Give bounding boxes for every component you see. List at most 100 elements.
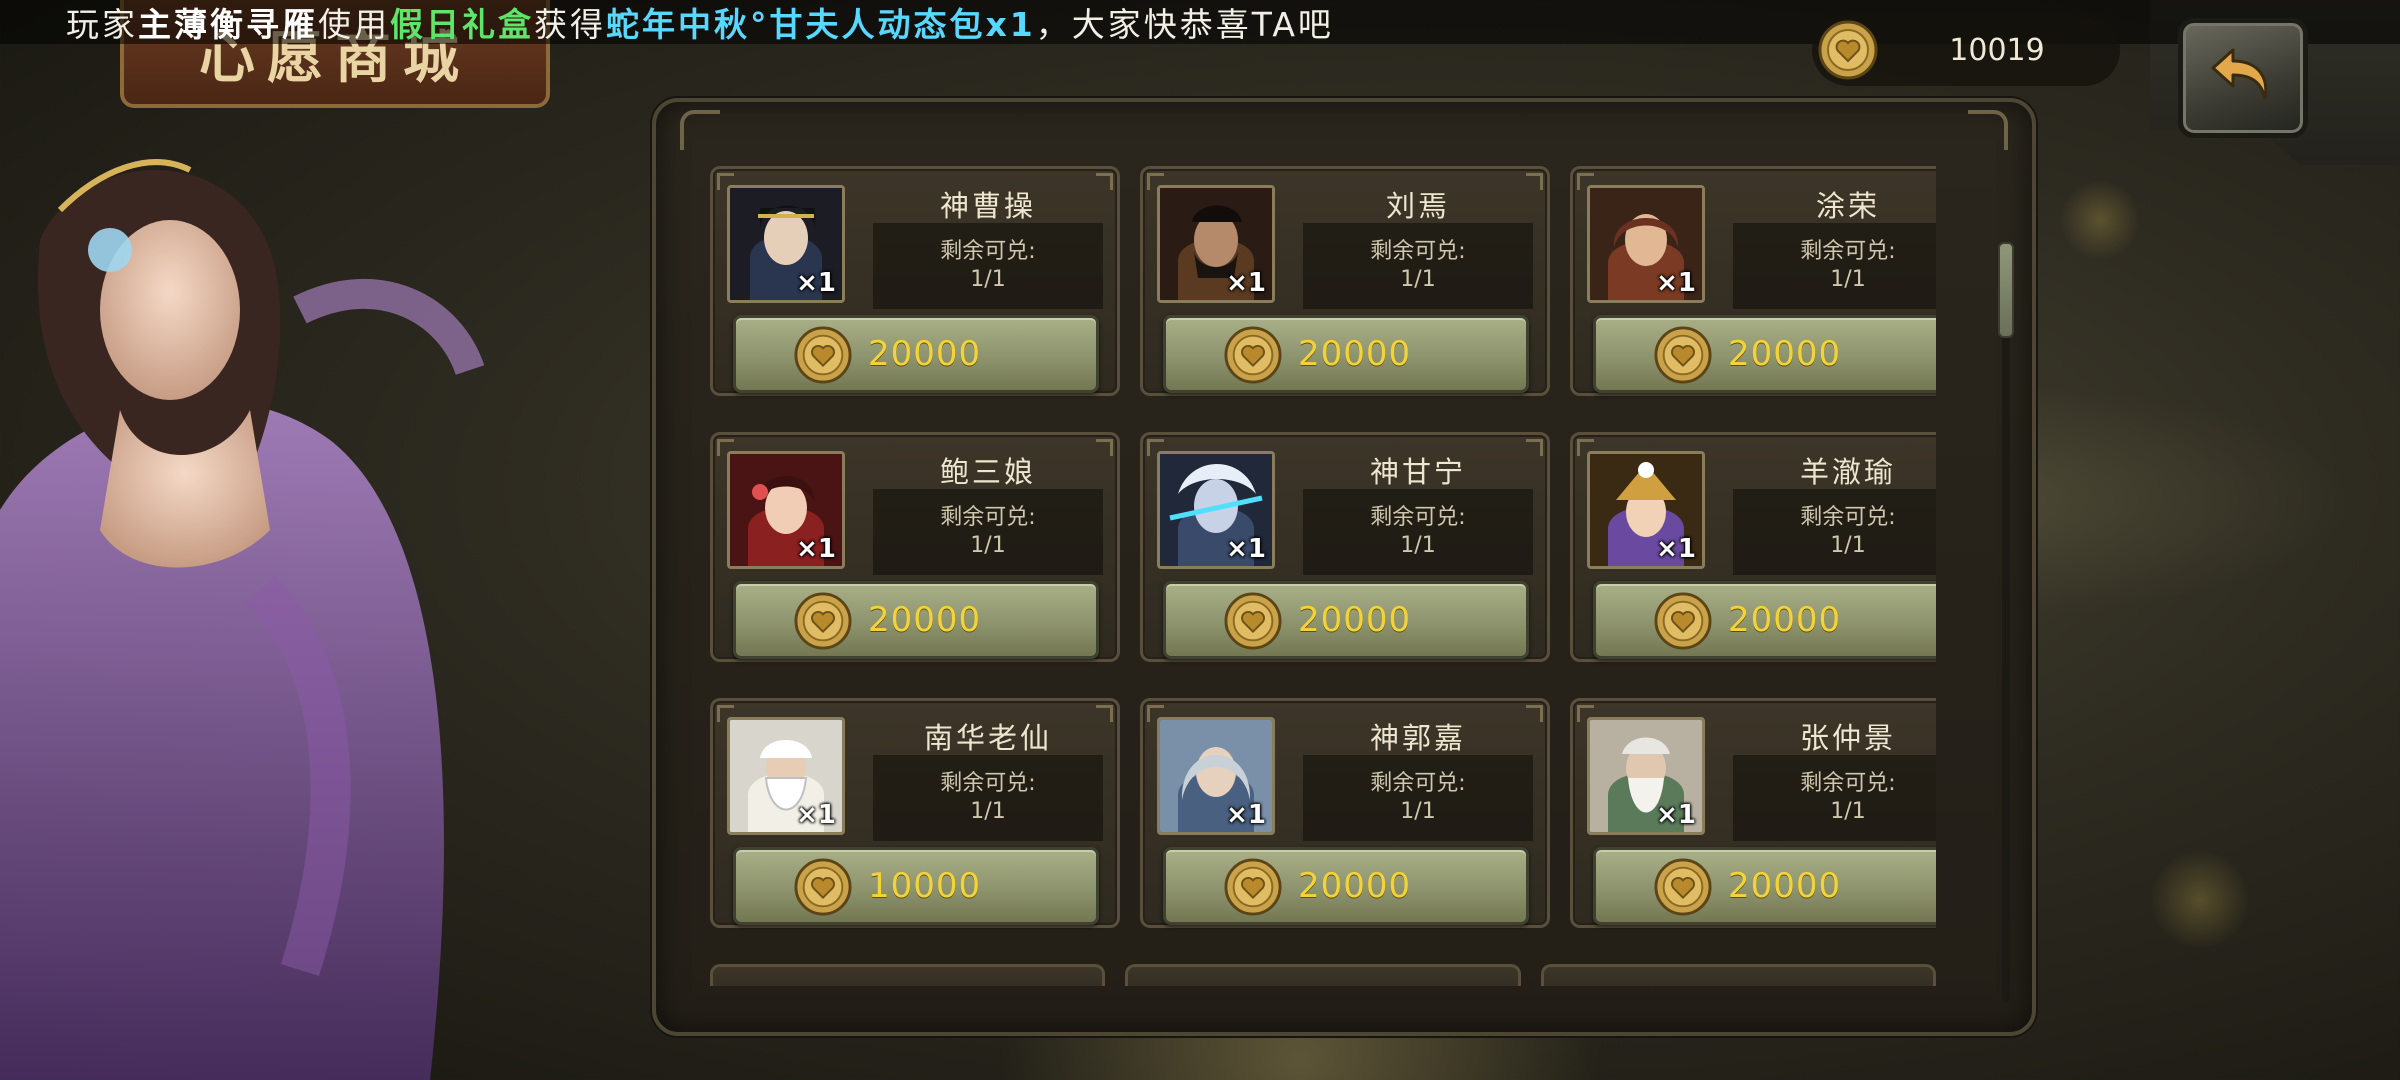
shop-item-card-partial xyxy=(1540,964,1936,986)
item-quantity: ×1 xyxy=(796,534,836,564)
item-grid: ×1 神曹操 剩余可兑: 1/1 20000 ×1 刘焉 剩余可兑: 1/1 2… xyxy=(710,166,1936,928)
stock-value: 1/1 xyxy=(970,533,1006,558)
broadcast-verb: 使用 xyxy=(318,5,390,44)
hero-portrait[interactable]: ×1 xyxy=(1587,451,1705,569)
heart-coin-icon xyxy=(1818,20,1878,84)
heart-coin-icon xyxy=(794,858,852,920)
currency-amount: 10019 xyxy=(1949,32,2045,68)
broadcast-obtained: 获得 xyxy=(534,5,606,44)
stock-label: 剩余可兑: xyxy=(1370,771,1466,796)
stock-label: 剩余可兑: xyxy=(1370,239,1466,264)
heart-coin-icon xyxy=(1654,858,1712,920)
stock-box: 剩余可兑: 1/1 xyxy=(873,755,1103,841)
stock-box: 剩余可兑: 1/1 xyxy=(1733,755,1936,841)
stock-label: 剩余可兑: xyxy=(1800,505,1896,530)
hero-portrait[interactable]: ×1 xyxy=(1157,185,1275,303)
heart-coin-icon xyxy=(794,326,852,388)
hero-name: 羊澈瑜 xyxy=(1799,455,1896,489)
hero-portrait[interactable]: ×1 xyxy=(1157,717,1275,835)
character-illustration xyxy=(0,110,520,1080)
stock-label: 剩余可兑: xyxy=(940,239,1036,264)
hero-portrait[interactable]: ×1 xyxy=(727,185,845,303)
item-price: 10000 xyxy=(868,866,982,906)
heart-coin-icon xyxy=(1224,858,1282,920)
shop-item-card-partial xyxy=(1125,964,1521,986)
hero-portrait[interactable]: ×1 xyxy=(1587,185,1705,303)
shop-item-card: ×1 羊澈瑜 剩余可兑: 1/1 20000 xyxy=(1570,432,1936,662)
hero-name: 南华老仙 xyxy=(923,721,1052,755)
exchange-button[interactable]: 20000 xyxy=(1593,847,1936,925)
hero-name: 神曹操 xyxy=(939,189,1036,223)
item-quantity: ×1 xyxy=(1656,268,1696,298)
shop-item-card: ×1 神甘宁 剩余可兑: 1/1 20000 xyxy=(1140,432,1550,662)
exchange-button[interactable]: 20000 xyxy=(1163,315,1529,393)
hero-portrait[interactable]: ×1 xyxy=(1587,717,1705,835)
item-quantity: ×1 xyxy=(796,800,836,830)
hero-name: 神郭嘉 xyxy=(1369,721,1466,755)
shop-item-card: ×1 神郭嘉 剩余可兑: 1/1 20000 xyxy=(1140,698,1550,928)
item-quantity: ×1 xyxy=(1656,800,1696,830)
shop-item-card: ×1 刘焉 剩余可兑: 1/1 20000 xyxy=(1140,166,1550,396)
item-price: 20000 xyxy=(1298,600,1412,640)
item-quantity: ×1 xyxy=(796,268,836,298)
item-price: 20000 xyxy=(868,334,982,374)
stock-value: 1/1 xyxy=(970,267,1006,292)
stock-box: 剩余可兑: 1/1 xyxy=(873,223,1103,309)
exchange-button[interactable]: 20000 xyxy=(1163,581,1529,659)
panel-corner-ornament xyxy=(1968,110,2008,150)
exchange-button[interactable]: 20000 xyxy=(1593,581,1936,659)
item-quantity: ×1 xyxy=(1226,800,1266,830)
stock-label: 剩余可兑: xyxy=(1800,239,1896,264)
currency-display: 10019 xyxy=(1812,14,2120,86)
back-button[interactable] xyxy=(2178,18,2308,138)
broadcast-suffix: ，大家快恭喜TA吧 xyxy=(1035,5,1334,44)
heart-coin-icon xyxy=(1654,326,1712,388)
item-price: 20000 xyxy=(1728,866,1842,906)
shop-item-card: ×1 南华老仙 剩余可兑: 1/1 10000 xyxy=(710,698,1120,928)
hero-name: 刘焉 xyxy=(1385,189,1450,223)
stock-label: 剩余可兑: xyxy=(1370,505,1466,530)
panel-corner-ornament xyxy=(680,110,720,150)
shop-item-card-partial xyxy=(710,964,1106,986)
shop-item-card: ×1 张仲景 剩余可兑: 1/1 20000 xyxy=(1570,698,1936,928)
item-grid-viewport[interactable]: ×1 神曹操 剩余可兑: 1/1 20000 ×1 刘焉 剩余可兑: 1/1 2… xyxy=(710,166,1936,986)
heart-coin-icon xyxy=(1224,326,1282,388)
heart-coin-icon xyxy=(1224,592,1282,654)
stock-value: 1/1 xyxy=(1830,267,1866,292)
exchange-button[interactable]: 20000 xyxy=(1593,315,1936,393)
item-quantity: ×1 xyxy=(1226,534,1266,564)
item-price: 20000 xyxy=(1298,866,1412,906)
scrollbar-thumb[interactable] xyxy=(1998,242,2014,338)
exchange-button[interactable]: 10000 xyxy=(733,847,1099,925)
exchange-button[interactable]: 20000 xyxy=(733,315,1099,393)
stock-label: 剩余可兑: xyxy=(940,505,1036,530)
heart-coin-icon xyxy=(1654,592,1712,654)
scrollbar-track[interactable] xyxy=(2002,242,2010,1002)
stock-value: 1/1 xyxy=(1830,799,1866,824)
shop-item-card: ×1 神曹操 剩余可兑: 1/1 20000 xyxy=(710,166,1120,396)
hero-name: 涂荣 xyxy=(1815,189,1880,223)
exchange-button[interactable]: 20000 xyxy=(1163,847,1529,925)
shop-item-card: ×1 鲍三娘 剩余可兑: 1/1 20000 xyxy=(710,432,1120,662)
shop-item-card: ×1 涂荣 剩余可兑: 1/1 20000 xyxy=(1570,166,1936,396)
stock-label: 剩余可兑: xyxy=(1800,771,1896,796)
broadcast-item-used: 假日礼盒 xyxy=(390,5,534,44)
next-row-partial xyxy=(710,964,1936,986)
back-arrow-icon xyxy=(2203,36,2283,120)
hero-portrait[interactable]: ×1 xyxy=(727,717,845,835)
hero-portrait[interactable]: ×1 xyxy=(727,451,845,569)
item-quantity: ×1 xyxy=(1226,268,1266,298)
stock-box: 剩余可兑: 1/1 xyxy=(1733,223,1936,309)
stock-value: 1/1 xyxy=(1400,533,1436,558)
item-price: 20000 xyxy=(1298,334,1412,374)
hero-name: 张仲景 xyxy=(1799,721,1896,755)
item-price: 20000 xyxy=(1728,334,1842,374)
hero-name: 神甘宁 xyxy=(1369,455,1466,489)
item-price: 20000 xyxy=(1728,600,1842,640)
hero-portrait[interactable]: ×1 xyxy=(1157,451,1275,569)
stock-box: 剩余可兑: 1/1 xyxy=(1303,489,1533,575)
stock-value: 1/1 xyxy=(1830,533,1866,558)
exchange-button[interactable]: 20000 xyxy=(733,581,1099,659)
item-price: 20000 xyxy=(868,600,982,640)
hero-name: 鲍三娘 xyxy=(939,455,1036,489)
